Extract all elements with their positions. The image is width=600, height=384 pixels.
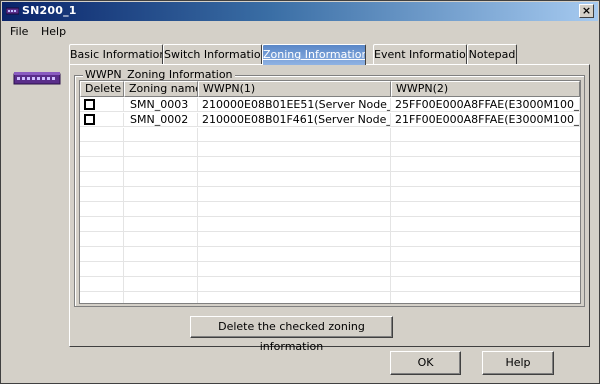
delete-checkbox[interactable] bbox=[84, 99, 95, 110]
header-wwpn2[interactable]: WWPN(2) bbox=[391, 81, 580, 97]
header-wwpn1[interactable]: WWPN(1) bbox=[198, 81, 391, 97]
wwpn1-cell: 210000E08B01F461(Server Node_01) bbox=[198, 113, 391, 127]
empty-row bbox=[80, 143, 580, 158]
empty-row bbox=[80, 203, 580, 218]
table-row[interactable]: SMN_0003 210000E08B01EE51(Server Node_01… bbox=[80, 98, 580, 112]
tab-event-information[interactable]: Event Information bbox=[373, 44, 467, 65]
san-switch-device-icon bbox=[13, 72, 61, 85]
empty-row bbox=[80, 188, 580, 203]
header-delete[interactable]: Delete bbox=[80, 81, 124, 97]
empty-row bbox=[80, 278, 580, 293]
empty-row bbox=[80, 128, 580, 143]
tab-switch-information[interactable]: Switch Information bbox=[163, 44, 262, 65]
menu-help[interactable]: Help bbox=[41, 25, 66, 38]
window-title: SN200_1 bbox=[22, 4, 77, 17]
empty-row bbox=[80, 263, 580, 278]
wwpn2-cell: 21FF00E000A8FFAE(E3000M100_01) bbox=[391, 113, 580, 127]
delete-checkbox[interactable] bbox=[84, 114, 95, 125]
empty-row bbox=[80, 173, 580, 188]
wwpn1-cell: 210000E08B01EE51(Server Node_01) bbox=[198, 98, 391, 112]
zoning-name: SMN_0002 bbox=[124, 113, 198, 127]
wwpn2-cell: 25FF00E000A8FFAE(E3000M100_01) bbox=[391, 98, 580, 112]
close-button[interactable]: × bbox=[579, 4, 594, 18]
menu-file[interactable]: File bbox=[10, 25, 28, 38]
header-zoning-name[interactable]: Zoning name bbox=[124, 81, 198, 97]
san-switch-icon bbox=[6, 7, 19, 15]
zoning-table: Delete Zoning name WWPN(1) WWPN(2) SMN_0… bbox=[79, 80, 581, 304]
help-button[interactable]: Help bbox=[482, 351, 554, 375]
empty-row bbox=[80, 233, 580, 248]
empty-row bbox=[80, 293, 580, 303]
window: SN200_1 × File Help Basic Information Sw… bbox=[0, 0, 600, 384]
menu-bar: File Help bbox=[2, 22, 598, 41]
tab-notepad[interactable]: Notepad bbox=[467, 44, 517, 65]
title-bar[interactable]: SN200_1 × bbox=[2, 2, 598, 21]
delete-checked-button[interactable]: Delete the checked zoning information bbox=[190, 316, 393, 353]
ok-button[interactable]: OK bbox=[390, 351, 461, 375]
empty-row bbox=[80, 248, 580, 263]
empty-row bbox=[80, 218, 580, 233]
close-icon: × bbox=[581, 4, 592, 17]
tab-zoning-information[interactable]: Zoning Information bbox=[262, 44, 366, 65]
table-row[interactable]: SMN_0002 210000E08B01F461(Server Node_01… bbox=[80, 113, 580, 127]
tab-basic-information[interactable]: Basic Information bbox=[69, 44, 163, 65]
empty-row bbox=[80, 158, 580, 173]
zoning-name: SMN_0003 bbox=[124, 98, 198, 112]
